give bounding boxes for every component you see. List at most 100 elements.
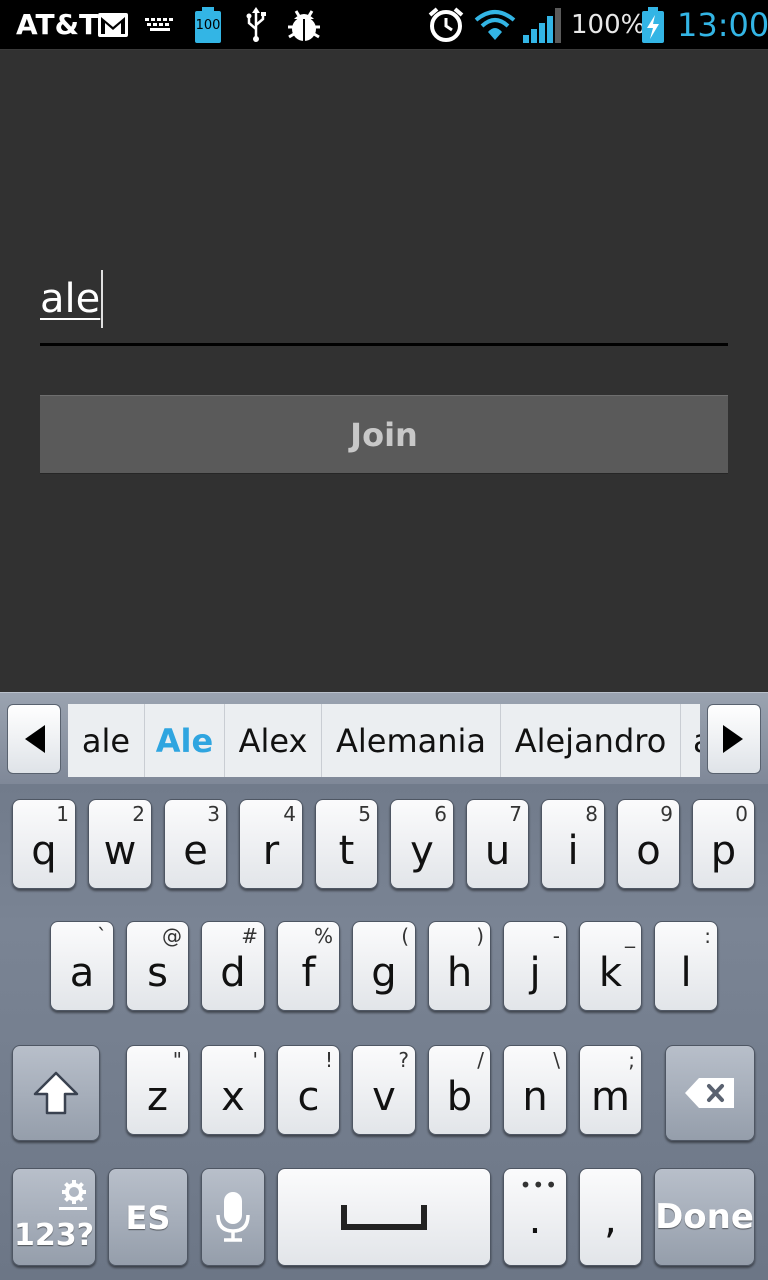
key-g[interactable]: (g [352, 921, 416, 1011]
key-label: Done [655, 1197, 754, 1237]
clock: 13:00 [677, 6, 768, 44]
comma-key[interactable]: , [579, 1168, 642, 1266]
key-k[interactable]: _ k [579, 921, 642, 1011]
keyboard-icon [144, 6, 176, 44]
wifi-icon [473, 6, 517, 44]
key-label: j [529, 950, 541, 996]
key-secondary: ) [476, 924, 484, 948]
suggestion-strip: ale Ale Alex Alemania Alejandro a [68, 704, 700, 777]
key-secondary: ! [324, 1048, 333, 1072]
settings-gear-icon [62, 1180, 86, 1204]
suggestion-left-button[interactable] [7, 704, 61, 774]
suggestion-right-button[interactable] [707, 704, 761, 774]
key-secondary: - [552, 924, 560, 948]
key-label: g [371, 950, 397, 996]
join-button[interactable]: Join [40, 395, 728, 474]
usb-icon [243, 6, 269, 44]
arrow-left-icon [25, 725, 45, 753]
more-dots: ••• [519, 1173, 558, 1197]
suggestion-item[interactable]: Alejandro [501, 704, 681, 777]
suggestion-item[interactable]: Alemania [322, 704, 501, 777]
suggestion-item-selected[interactable]: Ale [145, 704, 225, 777]
backspace-key[interactable] [665, 1045, 755, 1141]
key-b[interactable]: / b [428, 1045, 491, 1135]
key-secondary: 7 [509, 802, 522, 826]
key-o[interactable]: 9o [617, 799, 680, 889]
key-secondary: / [477, 1048, 484, 1072]
key-secondary: @ [162, 924, 182, 948]
screen: AT&T 100 100% 13:00 ale Join ale Ale Ale… [0, 0, 768, 1280]
key-label: b [446, 1074, 473, 1120]
symbols-key[interactable]: 123? [12, 1168, 96, 1266]
key-secondary: 0 [735, 802, 748, 826]
key-secondary: 4 [283, 802, 296, 826]
key-label: l [680, 950, 692, 996]
key-label: 123? [13, 1218, 95, 1253]
battery-charging-icon [640, 6, 666, 44]
language-key[interactable]: ES [108, 1168, 188, 1266]
key-c[interactable]: ! c [277, 1045, 340, 1135]
key-label: s [147, 950, 168, 996]
key-j[interactable]: -j [503, 921, 567, 1011]
key-z[interactable]: " z [126, 1045, 189, 1135]
status-bar: AT&T 100 100% 13:00 [0, 0, 768, 50]
key-q[interactable]: 1q [12, 799, 76, 889]
signal-icon [521, 6, 563, 44]
key-secondary: ; [628, 1048, 635, 1072]
key-f[interactable]: % f [277, 921, 340, 1011]
microphone-icon [216, 1192, 250, 1242]
key-label: y [410, 828, 434, 874]
battery-notification-icon: 100 [193, 6, 223, 44]
key-y[interactable]: 6y [390, 799, 454, 889]
key-label: k [598, 950, 623, 996]
key-label: w [103, 828, 137, 874]
suggestion-item[interactable]: a [681, 704, 700, 777]
key-secondary: ( [401, 924, 409, 948]
key-w[interactable]: 2w [88, 799, 152, 889]
voice-input-key[interactable] [201, 1168, 265, 1266]
shift-key[interactable] [12, 1045, 100, 1141]
key-t[interactable]: 5t [315, 799, 378, 889]
key-secondary: 5 [358, 802, 371, 826]
key-d[interactable]: # d [201, 921, 265, 1011]
key-label: q [31, 828, 57, 874]
key-label: m [591, 1074, 630, 1120]
key-m[interactable]: ; m [579, 1045, 642, 1135]
key-p[interactable]: 0p [692, 799, 755, 889]
key-label: x [221, 1074, 245, 1120]
key-e[interactable]: 3e [164, 799, 227, 889]
key-label: d [220, 950, 246, 996]
key-label: v [372, 1074, 396, 1120]
carrier-label: AT&T [16, 8, 99, 41]
name-input[interactable]: ale [40, 262, 728, 346]
key-secondary: # [241, 924, 258, 948]
key-s[interactable]: @ s [126, 921, 189, 1011]
key-h[interactable]: ) h [428, 921, 491, 1011]
key-secondary: 3 [207, 802, 220, 826]
key-v[interactable]: ? v [352, 1045, 416, 1135]
key-label: o [636, 828, 661, 874]
key-i[interactable]: 8i [541, 799, 605, 889]
key-label: p [710, 828, 737, 874]
battery-notification-label: 100 [195, 18, 221, 33]
key-secondary: : [704, 924, 711, 948]
key-secondary: ` [97, 924, 107, 948]
battery-percent: 100% [571, 10, 646, 40]
suggestion-item[interactable]: ale [68, 704, 145, 777]
key-label: e [183, 828, 208, 874]
key-l[interactable]: :l [654, 921, 718, 1011]
key-secondary: 9 [660, 802, 673, 826]
space-key[interactable] [277, 1168, 491, 1266]
key-label: n [522, 1074, 548, 1120]
done-key[interactable]: Done [654, 1168, 755, 1266]
key-label: a [69, 950, 95, 996]
key-label: z [147, 1074, 168, 1120]
key-x[interactable]: ' x [201, 1045, 265, 1135]
key-a[interactable]: ` a [50, 921, 114, 1011]
period-key[interactable]: ••• . [503, 1168, 567, 1266]
key-n[interactable]: \ n [503, 1045, 567, 1135]
key-u[interactable]: 7u [466, 799, 529, 889]
suggestion-item[interactable]: Alex [225, 704, 322, 777]
backspace-icon [685, 1078, 734, 1108]
key-r[interactable]: 4r [239, 799, 303, 889]
